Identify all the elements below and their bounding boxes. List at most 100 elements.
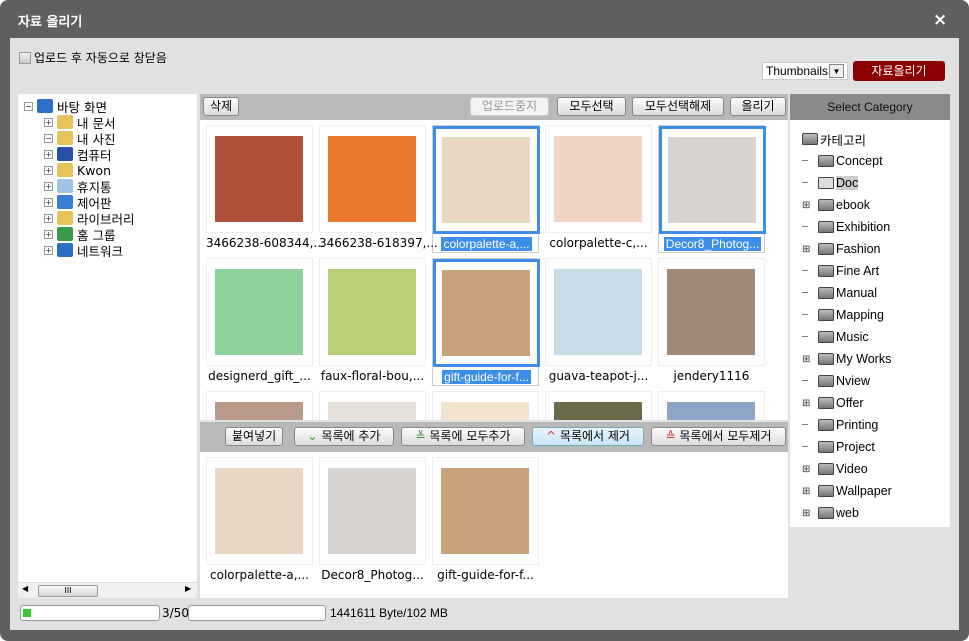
folder-tree-item[interactable]: + 컴퓨터 <box>44 146 112 163</box>
category-item[interactable]: ⊞ Wallpaper <box>802 482 892 500</box>
folder-tree-item[interactable]: + Kwon <box>44 162 111 178</box>
close-button[interactable]: × <box>933 10 947 30</box>
folder-icon <box>818 353 834 365</box>
file-thumbnail[interactable] <box>545 391 652 420</box>
stop-upload-button[interactable]: 업로드중지 <box>470 97 549 116</box>
thumbnail-image <box>215 136 303 222</box>
category-root[interactable]: 카테고리 <box>802 130 866 148</box>
file-thumbnail[interactable] <box>206 391 313 420</box>
expand-icon[interactable]: ⊞ <box>802 354 818 365</box>
horizontal-scrollbar[interactable]: ◀ III ▶ <box>18 582 197 598</box>
upload-list-item[interactable]: gift-guide-for-f... <box>432 457 539 585</box>
upload-list-item[interactable]: Decor8_Photog... <box>319 457 426 585</box>
folder-tree-item[interactable]: + 휴지통 <box>44 178 112 195</box>
category-item[interactable]: ⊞ web <box>802 504 859 522</box>
file-thumbnail[interactable] <box>658 391 765 420</box>
label: 목록에서 제거 <box>559 429 630 443</box>
expander-icon[interactable]: − <box>44 133 53 143</box>
category-item[interactable]: ┄ Mapping <box>802 306 884 324</box>
category-item[interactable]: ⊞ My Works <box>802 350 891 368</box>
category-item[interactable]: ⊞ Offer <box>802 394 864 412</box>
expander-icon[interactable]: + <box>44 197 53 207</box>
file-name: 3466238-618397,... <box>319 236 438 250</box>
expand-icon[interactable]: ⊞ <box>802 200 818 211</box>
folder-tree-item[interactable]: − 내 사진 <box>44 130 115 147</box>
file-name: jendery1116 <box>673 369 750 383</box>
expander-icon[interactable]: − <box>24 101 33 111</box>
expander-icon[interactable]: + <box>44 245 53 255</box>
remove-from-list-button[interactable]: ^ 목록에서 제거 <box>532 427 644 446</box>
file-thumbnail[interactable] <box>319 391 426 420</box>
file-thumbnail[interactable] <box>432 391 539 420</box>
category-item[interactable]: ┄ Fine Art <box>802 262 879 280</box>
deselect-all-button[interactable]: 모두선택해제 <box>632 97 724 116</box>
thumbnail-frame <box>432 391 539 420</box>
file-toolbar: 삭제 업로드중지 모두선택 모두선택해제 올리기 <box>200 94 788 120</box>
expander-icon[interactable]: + <box>44 117 53 127</box>
thumbnail-image <box>441 468 529 554</box>
file-thumbnail[interactable]: 3466238-608344,... <box>206 125 325 253</box>
folder-tree-item[interactable]: + 내 문서 <box>44 114 115 131</box>
expander-icon[interactable]: + <box>44 213 53 223</box>
select-all-button[interactable]: 모두선택 <box>557 97 626 116</box>
category-item[interactable]: ┄ Printing <box>802 416 878 434</box>
add-to-list-button[interactable]: ⌄ 목록에 추가 <box>294 427 394 446</box>
file-name: designerd_gift_... <box>208 369 311 383</box>
file-thumbnail[interactable]: colorpalette-c,... <box>545 125 652 253</box>
file-thumbnail[interactable]: guava-teapot-j... <box>545 258 652 386</box>
view-mode-select[interactable]: Thumbnails ▼ <box>762 62 848 80</box>
category-item[interactable]: ┄ Music <box>802 328 869 346</box>
double-chevron-down-icon: ≚ <box>415 429 426 443</box>
thumbnail-frame <box>206 258 313 366</box>
category-item[interactable]: ┄ Exhibition <box>802 218 890 236</box>
file-thumbnail[interactable]: colorpalette-a,... <box>432 125 540 253</box>
expand-icon[interactable]: ⊞ <box>802 464 818 475</box>
category-item[interactable]: ┄ Project <box>802 438 875 456</box>
expander-icon[interactable]: + <box>44 181 53 191</box>
folder-tree-item[interactable]: + 라이브러리 <box>44 210 135 227</box>
file-thumbnail[interactable]: gift-guide-for-f... <box>432 258 540 386</box>
upload-files-button[interactable]: 자료올리기 <box>853 61 945 81</box>
auto-close-checkbox[interactable]: 업로드 후 자동으로 창닫음 <box>19 49 167 66</box>
file-thumbnail[interactable]: faux-floral-bou,... <box>319 258 426 386</box>
delete-button[interactable]: 삭제 <box>203 97 240 116</box>
paste-button[interactable]: 붙여넣기 <box>225 427 284 446</box>
folder-tree-item[interactable]: + 홈 그룹 <box>44 226 115 243</box>
file-thumbnail[interactable]: Decor8_Photog... <box>658 125 766 253</box>
expander-icon[interactable]: + <box>44 165 53 175</box>
file-grid: jendery1116 guava-teapot-j... gift-guide-f… <box>200 120 788 420</box>
checkbox-box[interactable] <box>19 51 31 64</box>
library-icon <box>57 211 73 225</box>
category-item[interactable]: ┄ Concept <box>802 152 883 170</box>
expander-icon[interactable]: + <box>44 229 53 239</box>
add-all-button[interactable]: ≚ 목록에 모두추가 <box>401 427 525 446</box>
chevron-down-icon[interactable]: ▼ <box>829 64 844 78</box>
remove-all-button[interactable]: ≙ 목록에서 모두제거 <box>651 427 786 446</box>
expander-icon[interactable]: + <box>44 149 53 159</box>
category-item[interactable]: ⊞ ebook <box>802 196 870 214</box>
tree-line: ┄ <box>802 419 809 431</box>
file-thumbnail[interactable]: jendery1116 <box>658 258 765 386</box>
category-item[interactable]: ⊞ Fashion <box>802 240 880 258</box>
documents-folder-icon <box>57 115 73 129</box>
upload-button[interactable]: 올리기 <box>730 97 786 116</box>
expand-icon[interactable]: ⊞ <box>802 486 818 497</box>
category-item[interactable]: ┄ Doc <box>802 174 859 192</box>
folder-tree-item[interactable]: − 바탕 화면 <box>24 98 107 115</box>
expand-icon[interactable]: ⊞ <box>802 398 818 409</box>
thumbnail-image <box>554 402 642 420</box>
file-thumbnail[interactable]: designerd_gift_... <box>206 258 313 386</box>
folder-icon <box>818 155 834 167</box>
folder-tree-item[interactable]: + 네트워크 <box>44 242 123 259</box>
thumbnail-frame <box>545 391 652 420</box>
view-mode-value: Thumbnails <box>766 64 829 78</box>
category-item[interactable]: ┄ Nview <box>802 372 870 390</box>
upload-list-item[interactable]: colorpalette-a,... <box>206 457 313 585</box>
scrollbar-thumb[interactable]: III <box>38 585 98 597</box>
category-item[interactable]: ⊞ Video <box>802 460 868 478</box>
folder-tree-item[interactable]: + 제어판 <box>44 194 112 211</box>
expand-icon[interactable]: ⊞ <box>802 508 818 519</box>
category-item[interactable]: ┄ Manual <box>802 284 877 302</box>
file-thumbnail[interactable]: 3466238-618397,... <box>319 125 438 253</box>
expand-icon[interactable]: ⊞ <box>802 244 818 255</box>
